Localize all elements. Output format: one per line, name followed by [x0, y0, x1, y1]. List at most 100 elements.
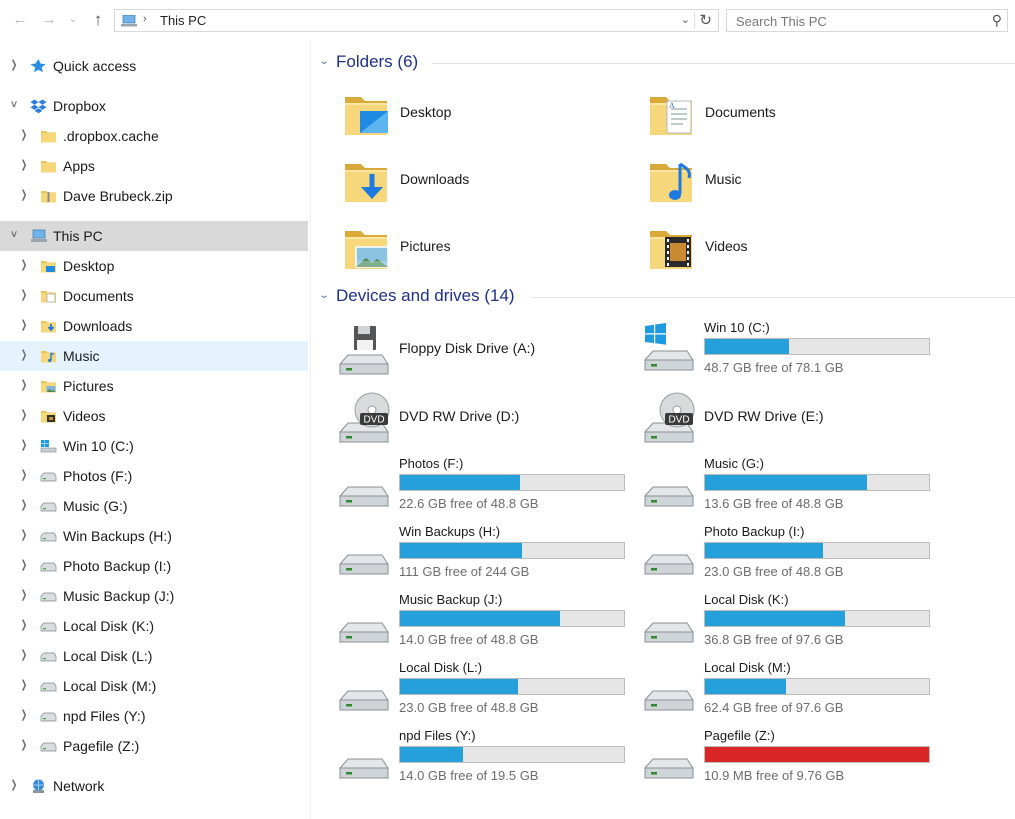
- address-dropdown-chevron-icon[interactable]: ⌄: [681, 13, 690, 26]
- drive-name: Music (G:): [704, 456, 764, 471]
- collapsed-chevron-icon[interactable]: ❯: [20, 708, 28, 721]
- address-bar[interactable]: › This PC ⌄ ↻: [114, 9, 719, 32]
- drive-pagefile-z[interactable]: Pagefile (Z:) 10.9 MB free of 9.76 GB: [643, 728, 943, 790]
- usage-bar: [704, 678, 930, 695]
- nav-item-label: Pictures: [63, 378, 114, 394]
- collapsed-chevron-icon[interactable]: ❯: [20, 588, 28, 601]
- folder-videos[interactable]: Videos: [647, 221, 937, 277]
- folder-desktop[interactable]: Desktop: [342, 87, 632, 143]
- collapse-chevron-icon[interactable]: ⌄: [319, 56, 330, 67]
- collapsed-chevron-icon[interactable]: ❯: [20, 408, 28, 421]
- nav-item-apps[interactable]: ❯ Apps: [0, 151, 308, 181]
- nav-item-network[interactable]: ❯ Network: [0, 771, 308, 801]
- nav-item-pagefile-z[interactable]: ❯ Pagefile (Z:): [0, 731, 308, 761]
- collapsed-chevron-icon[interactable]: ❯: [20, 648, 28, 661]
- collapsed-chevron-icon[interactable]: ❯: [20, 258, 28, 271]
- search-box[interactable]: Search This PC ⚲: [726, 9, 1008, 32]
- nav-item-label: Documents: [63, 288, 134, 304]
- breadcrumb-separator-icon[interactable]: ›: [143, 13, 147, 25]
- collapsed-chevron-icon[interactable]: ❯: [20, 128, 28, 141]
- drive-music-g[interactable]: Music (G:) 13.6 GB free of 48.8 GB: [643, 456, 943, 518]
- network-icon: [33, 779, 44, 793]
- collapsed-chevron-icon[interactable]: ❯: [20, 158, 28, 171]
- collapsed-chevron-icon[interactable]: ❯: [10, 778, 18, 791]
- pane-divider[interactable]: [310, 40, 311, 819]
- nav-item-music-backup-j[interactable]: ❯ Music Backup (J:): [0, 581, 308, 611]
- recent-locations-chevron-icon[interactable]: ⌄: [64, 10, 82, 30]
- breadcrumb-this-pc[interactable]: This PC: [160, 13, 206, 28]
- collapsed-chevron-icon[interactable]: ❯: [20, 348, 28, 361]
- drive-icon: [339, 758, 389, 779]
- collapsed-chevron-icon[interactable]: ❯: [20, 288, 28, 301]
- nav-item-photos-f[interactable]: ❯ Photos (F:): [0, 461, 308, 491]
- nav-item-dropbox[interactable]: ∨ Dropbox: [0, 91, 308, 121]
- collapsed-chevron-icon[interactable]: ❯: [20, 558, 28, 571]
- drive-npd-files-y[interactable]: npd Files (Y:) 14.0 GB free of 19.5 GB: [338, 728, 638, 790]
- expanded-chevron-icon[interactable]: ∨: [7, 229, 21, 240]
- nav-item-npd-files-y[interactable]: ❯ npd Files (Y:): [0, 701, 308, 731]
- drive-win-10-c[interactable]: Win 10 (C:) 48.7 GB free of 78.1 GB: [643, 320, 943, 382]
- collapsed-chevron-icon[interactable]: ❯: [20, 498, 28, 511]
- nav-item-this-pc[interactable]: ∨ This PC: [0, 221, 308, 251]
- nav-item-local-disk-m[interactable]: ❯ Local Disk (M:): [0, 671, 308, 701]
- collapse-chevron-icon[interactable]: ⌄: [319, 290, 330, 301]
- drive-icon: [40, 652, 57, 662]
- drive-floppy-disk-drive-a[interactable]: Floppy Disk Drive (A:): [338, 320, 638, 382]
- folder-documents[interactable]: A Documents: [647, 87, 937, 143]
- drive-local-disk-m[interactable]: Local Disk (M:) 62.4 GB free of 97.6 GB: [643, 660, 943, 722]
- drive-dvd-rw-drive-e[interactable]: DVD DVD RW Drive (E:): [643, 388, 943, 450]
- nav-item-pictures[interactable]: ❯ Pictures: [0, 371, 308, 401]
- collapsed-chevron-icon[interactable]: ❯: [20, 378, 28, 391]
- refresh-icon[interactable]: ↻: [699, 11, 712, 29]
- nav-item-win-10-c[interactable]: ❯ Win 10 (C:): [0, 431, 308, 461]
- forward-arrow-icon[interactable]: →: [40, 10, 58, 30]
- up-arrow-icon[interactable]: ↑: [89, 10, 107, 30]
- nav-item-music-g[interactable]: ❯ Music (G:): [0, 491, 308, 521]
- collapsed-chevron-icon[interactable]: ❯: [20, 468, 28, 481]
- drive-name: npd Files (Y:): [399, 728, 476, 743]
- nav-item-photo-backup-i[interactable]: ❯ Photo Backup (I:): [0, 551, 308, 581]
- expanded-chevron-icon[interactable]: ∨: [7, 99, 21, 110]
- nav-item-quick-access[interactable]: ❯ Quick access: [0, 51, 308, 81]
- folder-music[interactable]: Music: [647, 154, 937, 210]
- nav-item-label: npd Files (Y:): [63, 708, 146, 724]
- usage-bar-fill: [400, 543, 523, 558]
- collapsed-chevron-icon[interactable]: ❯: [20, 438, 28, 451]
- drive-icon: [40, 712, 57, 722]
- search-input[interactable]: Search This PC: [736, 14, 827, 29]
- drive-photo-backup-i[interactable]: Photo Backup (I:) 23.0 GB free of 48.8 GB: [643, 524, 943, 586]
- drive-dvd-rw-drive-d[interactable]: DVD DVD RW Drive (D:): [338, 388, 638, 450]
- nav-item-local-disk-k[interactable]: ❯ Local Disk (K:): [0, 611, 308, 641]
- folders-group-header[interactable]: ⌄ Folders (6): [318, 52, 1015, 76]
- drives-group-title: Devices and drives (14): [336, 286, 515, 305]
- nav-item-local-disk-l[interactable]: ❯ Local Disk (L:): [0, 641, 308, 671]
- nav-item-dropbox-cache[interactable]: ❯ .dropbox.cache: [0, 121, 308, 151]
- nav-item-dave-brubeck-zip[interactable]: ❯ Dave Brubeck.zip: [0, 181, 308, 211]
- collapsed-chevron-icon[interactable]: ❯: [10, 58, 18, 71]
- back-arrow-icon[interactable]: ←: [11, 10, 29, 30]
- collapsed-chevron-icon[interactable]: ❯: [20, 618, 28, 631]
- drive-local-disk-k[interactable]: Local Disk (K:) 36.8 GB free of 97.6 GB: [643, 592, 943, 654]
- usage-bar-fill: [705, 679, 786, 694]
- nav-item-downloads[interactable]: ❯ Downloads: [0, 311, 308, 341]
- nav-item-label: Network: [53, 778, 105, 794]
- collapsed-chevron-icon[interactable]: ❯: [20, 528, 28, 541]
- drive-local-disk-l[interactable]: Local Disk (L:) 23.0 GB free of 48.8 GB: [338, 660, 638, 722]
- collapsed-chevron-icon[interactable]: ❯: [20, 678, 28, 691]
- nav-item-desktop[interactable]: ❯ Desktop: [0, 251, 308, 281]
- drives-group-header[interactable]: ⌄ Devices and drives (14): [318, 286, 1015, 310]
- drive-music-backup-j[interactable]: Music Backup (J:) 14.0 GB free of 48.8 GB: [338, 592, 638, 654]
- search-icon[interactable]: ⚲: [992, 12, 1002, 29]
- nav-item-music[interactable]: ❯ Music: [0, 341, 308, 371]
- nav-item-documents[interactable]: ❯ Documents: [0, 281, 308, 311]
- nav-item-videos[interactable]: ❯ Videos: [0, 401, 308, 431]
- collapsed-chevron-icon[interactable]: ❯: [20, 188, 28, 201]
- collapsed-chevron-icon[interactable]: ❯: [20, 738, 28, 751]
- collapsed-chevron-icon[interactable]: ❯: [20, 318, 28, 331]
- folder-pictures[interactable]: Pictures: [342, 221, 632, 277]
- drive-win-backups-h[interactable]: Win Backups (H:) 111 GB free of 244 GB: [338, 524, 638, 586]
- folder-downloads[interactable]: Downloads: [342, 154, 632, 210]
- desktop-folder-icon: [41, 261, 56, 273]
- nav-item-win-backups-h[interactable]: ❯ Win Backups (H:): [0, 521, 308, 551]
- drive-photos-f[interactable]: Photos (F:) 22.6 GB free of 48.8 GB: [338, 456, 638, 518]
